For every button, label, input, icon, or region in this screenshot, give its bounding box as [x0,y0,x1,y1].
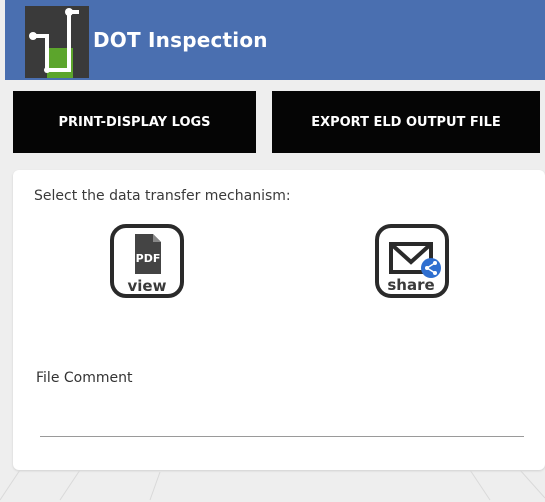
background-pattern [0,470,545,501]
page-title: DOT Inspection [93,28,268,52]
pdf-icon-text: PDF [136,252,161,265]
share-button[interactable]: share [375,224,449,298]
share-network-icon [421,258,441,278]
pdf-view-button[interactable]: PDF view [110,224,184,298]
app-header: DOT Inspection [5,0,545,80]
print-display-logs-button[interactable]: PRINT-DISPLAY LOGS [13,91,256,153]
export-eld-output-file-button[interactable]: EXPORT ELD OUTPUT FILE [272,91,540,153]
pdf-view-label: view [128,277,167,295]
print-display-logs-label: PRINT-DISPLAY LOGS [58,114,211,130]
transfer-prompt: Select the data transfer mechanism: [34,188,291,204]
share-label: share [387,276,434,294]
export-eld-output-file-label: EXPORT ELD OUTPUT FILE [311,114,501,130]
transfer-card: Select the data transfer mechanism: PDF … [13,170,545,470]
eld-logo-icon [25,6,89,78]
file-comment-input[interactable] [40,400,524,437]
file-comment-label: File Comment [36,370,133,386]
